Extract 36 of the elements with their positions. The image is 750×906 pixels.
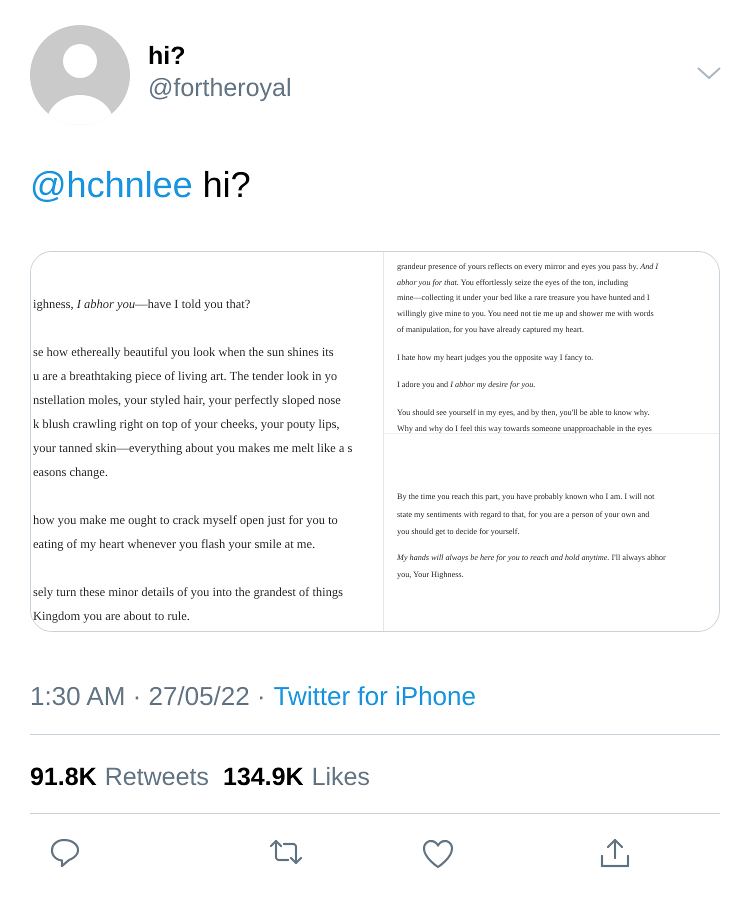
document-line: state my sentiments with regard to that, for you are a person of your own and <box>397 508 650 521</box>
document-line: you should get to decide for yourself. <box>397 526 520 538</box>
document-line: your tanned skin—everything about you makes me melt like a s <box>33 440 352 457</box>
document-line: nstellation moles, your styled hair, your perfectly sloped nose <box>33 392 341 409</box>
document-line: you, Your Highness. <box>397 569 464 581</box>
document-line: how you make me ought to crack myself open just for you to <box>33 512 338 529</box>
stat-label[interactable]: Retweets <box>104 761 209 793</box>
document-line: mine—collecting it under your bed like a rare treasure you have hunted and I <box>397 292 650 304</box>
document-line: ighness, I abhor you—have I told you that? <box>33 296 250 313</box>
stat-label[interactable]: Likes <box>312 761 370 793</box>
user-handle: @fortheroyal <box>148 73 292 104</box>
timestamp: 1:30 AM · 27/05/22 · <box>30 680 266 712</box>
document-line: grandeur presence of yours reflects on every mirror and eyes you pass by. And I <box>397 261 658 273</box>
document-line: easons change. <box>33 464 108 481</box>
tweet-text: hi? <box>202 163 251 207</box>
document-line: You should see yourself in my eyes, and by then, you'll be able to know why. <box>397 406 650 419</box>
source-link[interactable]: Twitter for iPhone <box>274 680 476 712</box>
document-line: sely turn these minor details of you into the grandest of things <box>33 584 344 601</box>
document-line: se how ethereally beautiful you look when the sun shines its <box>33 344 334 361</box>
document-line: My hands will always be here for you to reach and hold anytime. I'll always abhor <box>397 552 666 564</box>
document-line: abhor you for that. You effortlessly seize the eyes of the ton, including <box>397 276 628 289</box>
document-line: of manipulation, for you have already captured my heart. <box>397 324 584 336</box>
document-line: eating of my heart whenever you flash your smile at me. <box>33 536 316 553</box>
document-line: willingly give mine to you. You need not tie me up and shower me with words <box>397 308 654 320</box>
document-line: I hate how my heart judges you the opposite way I fancy to. <box>397 352 594 364</box>
mention-link[interactable]: @hchnlee <box>30 163 193 207</box>
stat-count: 134.9K <box>222 762 304 793</box>
stat-count: 91.8K <box>30 762 97 793</box>
document-line: k blush crawling right on top of your cheeks, your pouty lips, <box>33 416 340 433</box>
document-line: By the time you reach this part, you have probably known who I am. I will not <box>397 491 654 503</box>
display-name: hi? <box>148 41 186 71</box>
document-line: u are a breathtaking piece of living art. The tender look in yo <box>33 368 338 385</box>
document-line: Why and why do I feel this way towards someone unapproachable in the eyes <box>397 422 652 435</box>
document-line: Kingdom you are about to rule. <box>33 608 190 625</box>
document-image[interactable] <box>383 252 719 631</box>
document-line: I adore you and I abhor my desire for you. <box>397 379 536 392</box>
